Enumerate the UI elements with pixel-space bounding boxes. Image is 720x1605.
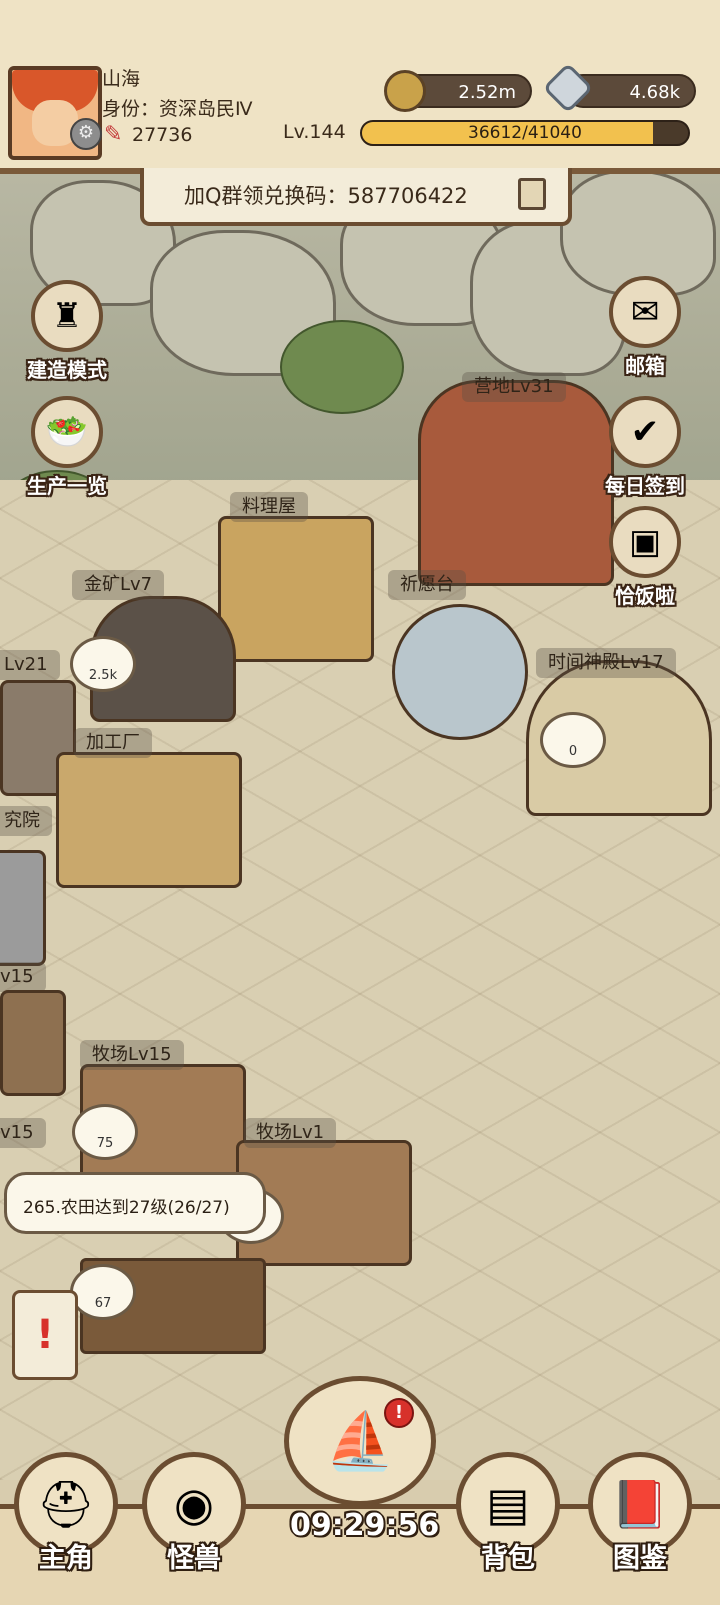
egg-amount: 75 <box>96 1136 114 1151</box>
production-overview-label: 生产一览 <box>27 474 107 498</box>
building-label-partial: v15 <box>0 962 46 992</box>
gear-icon[interactable]: ⚙ <box>70 118 102 150</box>
coin-amount: 2.52m <box>458 82 516 103</box>
partial-building[interactable] <box>0 990 66 1096</box>
player-header: ⚙ 山海 身份：资深岛民Ⅳ ✎ 27736 2.52m 4.68k Lv.144… <box>0 0 720 174</box>
build-mode-label: 建造模式 <box>27 358 107 382</box>
temple-collect-bubble[interactable]: 0 <box>540 712 606 768</box>
ranch-15-label: 牧场Lv15 <box>80 1040 184 1070</box>
building-label-partial: v15 <box>0 1118 46 1148</box>
meal-label: 恰饭啦 <box>615 584 675 608</box>
ranch-1-label: 牧场Lv1 <box>244 1118 337 1148</box>
meal-button[interactable]: ▣ 恰饭啦 <box>590 506 700 609</box>
xp-bar: 36612/41040 <box>360 120 690 146</box>
codex-button[interactable]: 📕 图鉴 <box>580 1440 700 1590</box>
camp-building[interactable] <box>418 380 614 586</box>
shrine-fountain[interactable] <box>392 604 528 740</box>
calendar-check-icon: ✔ <box>609 396 681 468</box>
build-mode-button[interactable]: ♜ 建造模式 <box>12 280 122 383</box>
gold-amount: 2.5k <box>88 668 118 683</box>
redeem-code-text: 加Q群领兑换码：587706422 <box>184 184 468 208</box>
backpack-label: 背包 <box>481 1543 535 1574</box>
kitchen-label: 料理屋 <box>230 492 308 522</box>
copy-icon[interactable] <box>518 178 546 210</box>
task-scroll-icon[interactable]: ! <box>12 1290 78 1380</box>
gold-mine-label: 金矿Lv7 <box>72 570 165 600</box>
monster-button[interactable]: ◉ 怪兽 <box>134 1440 254 1590</box>
daily-signin-label: 每日签到 <box>605 474 685 498</box>
production-overview-button[interactable]: 🥗 生产一览 <box>12 396 122 499</box>
tower-icon: ♜ <box>31 280 103 352</box>
coin-icon <box>384 70 426 112</box>
ship-alert-badge: ! <box>384 1398 414 1428</box>
task-text: 265.农田达到27级(26/27) <box>23 1198 230 1218</box>
task-bubble[interactable]: 265.农田达到27级(26/27) <box>4 1172 266 1234</box>
palm-plant <box>280 320 404 414</box>
player-identity: 身份：资深岛民Ⅳ <box>102 98 253 120</box>
building-label-partial: Lv21 <box>0 650 60 680</box>
factory-label: 加工厂 <box>74 728 152 758</box>
kitchen-building[interactable] <box>218 516 374 662</box>
factory-building[interactable] <box>56 752 242 888</box>
shrine-label: 祈愿台 <box>388 570 466 600</box>
daily-signin-button[interactable]: ✔ 每日签到 <box>590 396 700 499</box>
treasure-chest-icon: ▣ <box>609 506 681 578</box>
gold-collect-bubble[interactable]: 2.5k <box>70 636 136 692</box>
xp-text: 36612/41040 <box>468 123 582 143</box>
gem-amount: 4.68k <box>629 82 680 103</box>
hero-button[interactable]: ⛑ 主角 <box>6 1440 126 1590</box>
monster-label: 怪兽 <box>167 1543 221 1574</box>
temple-amount: 0 <box>568 744 578 759</box>
mailbox-icon: ✉ <box>609 276 681 348</box>
ship-button[interactable]: ⛵ <box>284 1376 436 1506</box>
food-basket-icon: 🥗 <box>31 396 103 468</box>
player-power: 27736 <box>132 124 193 146</box>
mailbox-label: 邮箱 <box>625 354 665 378</box>
farm-amount: 67 <box>94 1296 112 1311</box>
camp-label: 营地Lv31 <box>462 372 566 402</box>
redeem-code-banner[interactable]: 加Q群领兑换码：587706422 <box>140 168 572 226</box>
egg-collect-bubble[interactable]: 75 <box>72 1104 138 1160</box>
backpack-button[interactable]: ▤ 背包 <box>448 1440 568 1590</box>
mailbox-button[interactable]: ✉ 邮箱 <box>590 276 700 379</box>
power-icon: ✎ <box>104 122 123 147</box>
codex-label: 图鉴 <box>613 1543 667 1574</box>
research-label-partial: 究院 <box>0 806 52 836</box>
farm-collect-bubble[interactable]: 67 <box>70 1264 136 1320</box>
player-name: 山海 <box>102 68 141 90</box>
time-temple-label: 时间神殿Lv17 <box>536 648 676 678</box>
hero-label: 主角 <box>39 1543 93 1574</box>
player-level: Lv.144 <box>283 121 346 143</box>
research-building-partial[interactable] <box>0 850 46 966</box>
clock: 09:29:56 <box>290 1508 440 1543</box>
